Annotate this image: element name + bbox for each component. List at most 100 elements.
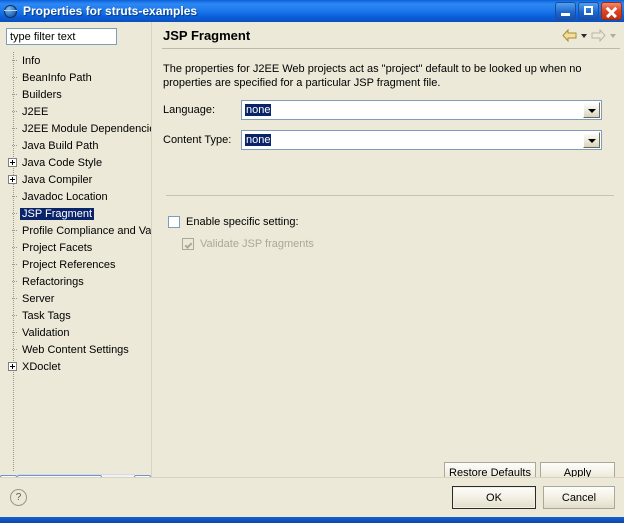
sidebar-item-jsp-fragment[interactable]: JSP Fragment <box>0 205 151 222</box>
sidebar-item-java-code-style[interactable]: Java Code Style <box>0 154 151 171</box>
window-controls <box>555 2 622 20</box>
tree-nub-icon <box>8 124 17 133</box>
sidebar-item-label: Project References <box>22 258 116 271</box>
sidebar-item-label: Profile Compliance and Va <box>22 224 151 237</box>
expand-plus-icon[interactable] <box>8 362 17 371</box>
window-title: Properties for struts-examples <box>23 4 198 18</box>
sidebar-item-label: Java Code Style <box>22 156 103 169</box>
sidebar-item-web-content-settings[interactable]: Web Content Settings <box>0 341 151 358</box>
settings-sidebar: type filter text Info BeanInfo Path Buil… <box>0 22 151 493</box>
content-type-value: none <box>245 134 272 146</box>
minimize-button[interactable] <box>555 2 576 20</box>
page-navigation <box>561 28 616 43</box>
validate-jsp-fragments-label: Validate JSP fragments <box>200 238 314 250</box>
tree-nub-icon <box>8 260 17 269</box>
tree-nub-icon <box>8 209 17 218</box>
tree-nub-icon <box>8 56 17 65</box>
sidebar-item-label: Info <box>22 54 41 67</box>
sidebar-item-xdoclet[interactable]: XDoclet <box>0 358 151 375</box>
settings-tree[interactable]: Info BeanInfo Path Builders J2EE J2EE Mo… <box>0 52 151 472</box>
sidebar-item-builders[interactable]: Builders <box>0 86 151 103</box>
sidebar-item-j2ee[interactable]: J2EE <box>0 103 151 120</box>
tree-nub-icon <box>8 107 17 116</box>
sidebar-item-label: Validation <box>22 326 70 339</box>
sidebar-item-profile-compliance[interactable]: Profile Compliance and Va <box>0 222 151 239</box>
page-description: The properties for J2EE Web projects act… <box>163 63 582 89</box>
validate-jsp-fragments-checkbox <box>182 238 194 250</box>
tree-nub-icon <box>8 192 17 201</box>
dialog-footer: ? OK Cancel <box>0 477 624 518</box>
language-combobox[interactable]: none <box>241 100 602 120</box>
tree-nub-icon <box>8 73 17 82</box>
eclipse-globe-icon <box>3 3 19 19</box>
sidebar-item-label: Project Facets <box>22 241 93 254</box>
sidebar-item-project-facets[interactable]: Project Facets <box>0 239 151 256</box>
sidebar-item-java-compiler[interactable]: Java Compiler <box>0 171 151 188</box>
language-field-row: Language: none <box>163 100 602 120</box>
ok-button[interactable]: OK <box>452 486 536 509</box>
sidebar-item-label: Builders <box>22 88 62 101</box>
language-value: none <box>245 104 272 116</box>
back-dropdown-icon[interactable] <box>581 33 587 38</box>
enable-specific-setting-label: Enable specific setting: <box>186 216 299 228</box>
page-title: JSP Fragment <box>163 28 251 43</box>
sidebar-item-label: Web Content Settings <box>22 343 129 356</box>
tree-nub-icon <box>8 294 17 303</box>
tree-nub-icon <box>8 243 17 252</box>
language-label: Language: <box>163 104 215 116</box>
filter-placeholder: type filter text <box>10 30 76 43</box>
sidebar-item-label: J2EE Module Dependencie <box>22 122 151 135</box>
sidebar-item-label: Javadoc Location <box>22 190 108 203</box>
sidebar-item-label: Java Build Path <box>22 139 99 152</box>
tree-nub-icon <box>8 141 17 150</box>
sidebar-item-refactorings[interactable]: Refactorings <box>0 273 151 290</box>
sidebar-item-java-build-path[interactable]: Java Build Path <box>0 137 151 154</box>
enable-specific-setting-row[interactable]: Enable specific setting: <box>168 216 299 228</box>
sidebar-item-label: Server <box>22 292 55 305</box>
settings-page: JSP Fragment The properties for J2EE Web… <box>154 22 624 484</box>
search-input[interactable]: type filter text <box>6 28 117 45</box>
tree-nub-icon <box>8 226 17 235</box>
back-arrow-icon[interactable] <box>561 28 578 43</box>
properties-dialog: Properties for struts-examples type filt… <box>0 0 624 523</box>
section-divider <box>166 195 614 196</box>
forward-dropdown-icon <box>610 33 616 38</box>
cancel-button[interactable]: Cancel <box>543 486 615 509</box>
sidebar-item-project-references[interactable]: Project References <box>0 256 151 273</box>
validate-jsp-fragments-row: Validate JSP fragments <box>182 238 314 250</box>
tree-nub-icon <box>8 345 17 354</box>
sidebar-item-j2ee-module-dependencies[interactable]: J2EE Module Dependencie <box>0 120 151 137</box>
tree-nub-icon <box>8 90 17 99</box>
sidebar-item-task-tags[interactable]: Task Tags <box>0 307 151 324</box>
content-type-combobox[interactable]: none <box>241 130 602 150</box>
sidebar-item-validation[interactable]: Validation <box>0 324 151 341</box>
expand-plus-icon[interactable] <box>8 158 17 167</box>
expand-plus-icon[interactable] <box>8 175 17 184</box>
content-type-label: Content Type: <box>163 134 232 146</box>
tree-nub-icon <box>8 328 17 337</box>
title-bar: Properties for struts-examples <box>0 0 624 22</box>
taskbar-strip <box>0 517 624 523</box>
content-type-field-row: Content Type: none <box>163 130 602 150</box>
chevron-down-icon[interactable] <box>583 102 600 118</box>
maximize-button[interactable] <box>578 2 599 20</box>
sidebar-item-server[interactable]: Server <box>0 290 151 307</box>
sidebar-item-beaninfo-path[interactable]: BeanInfo Path <box>0 69 151 86</box>
forward-arrow-icon <box>590 28 607 43</box>
sidebar-item-label: Task Tags <box>22 309 71 322</box>
chevron-down-icon[interactable] <box>583 132 600 148</box>
tree-nub-icon <box>8 277 17 286</box>
dialog-body: type filter text Info BeanInfo Path Buil… <box>0 22 624 493</box>
help-question-icon[interactable]: ? <box>10 489 27 506</box>
sidebar-item-label: JSP Fragment <box>20 207 95 220</box>
close-button[interactable] <box>601 2 622 20</box>
tree-nub-icon <box>8 311 17 320</box>
sidebar-item-label: Java Compiler <box>22 173 93 186</box>
sidebar-item-label: BeanInfo Path <box>22 71 92 84</box>
header-divider <box>162 48 620 49</box>
sidebar-item-info[interactable]: Info <box>0 52 151 69</box>
sidebar-item-javadoc-location[interactable]: Javadoc Location <box>0 188 151 205</box>
enable-specific-setting-checkbox[interactable] <box>168 216 180 228</box>
sidebar-item-label: J2EE <box>22 105 49 118</box>
sidebar-item-label: Refactorings <box>22 275 84 288</box>
